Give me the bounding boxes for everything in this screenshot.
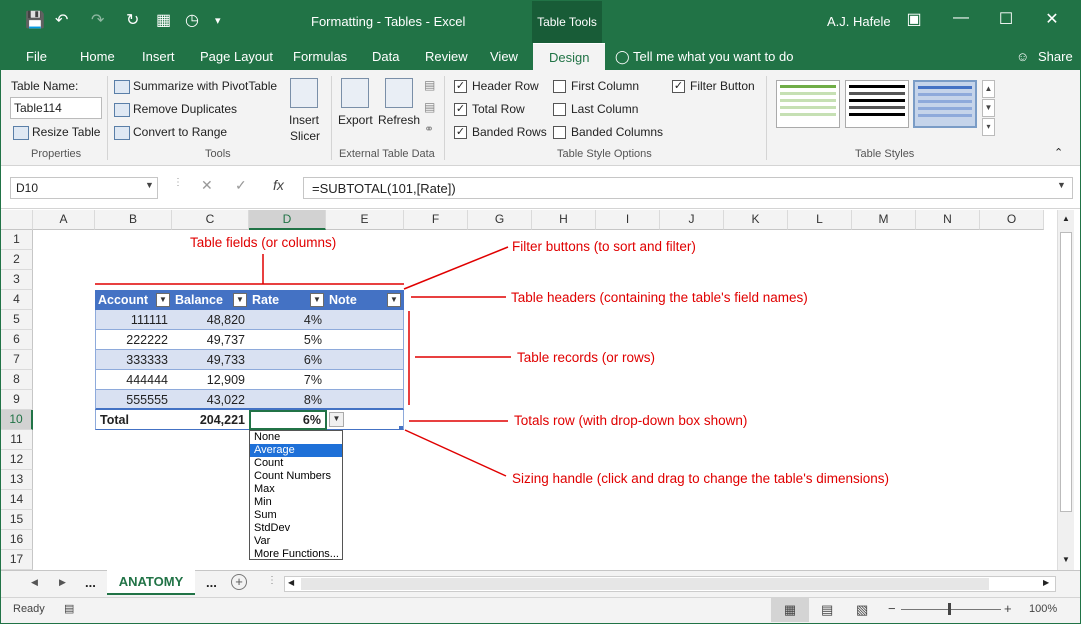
zoom-slider[interactable] — [901, 609, 1001, 610]
scroll-down-icon[interactable]: ▼ — [1062, 555, 1070, 564]
status-bar: Ready ▤ ▦ ▤ ▧ − + 100% — [1, 597, 1080, 623]
next-sheet-icon[interactable]: ▶ — [59, 577, 66, 588]
scroll-thumb[interactable] — [1060, 232, 1072, 512]
page-break-view-icon[interactable]: ▧ — [856, 602, 868, 618]
sheet-tab-anatomy[interactable]: ANATOMY — [107, 570, 195, 595]
zoom-in-icon[interactable]: + — [1004, 601, 1012, 616]
h-scroll-thumb[interactable] — [301, 578, 989, 590]
add-sheet-icon[interactable]: + — [231, 574, 247, 590]
annotation-sizing: Sizing handle (click and drag to change … — [512, 471, 890, 486]
annotation-totals: Totals row (with drop-down box shown) — [514, 413, 748, 428]
annotation-fields: Table fields (or columns) — [190, 235, 337, 250]
scroll-up-icon[interactable]: ▲ — [1062, 214, 1070, 223]
splitter-icon[interactable]: ⋮ — [267, 575, 277, 586]
scroll-right-icon[interactable]: ▶ — [1043, 578, 1049, 587]
sheets-ellipsis-right[interactable]: ... — [206, 575, 217, 590]
prev-sheet-icon[interactable]: ◀ — [31, 577, 38, 588]
sheets-ellipsis-left[interactable]: ... — [85, 575, 96, 590]
macro-record-icon[interactable]: ▤ — [64, 602, 74, 615]
annotation-lines — [95, 246, 511, 477]
page-layout-view-icon[interactable]: ▤ — [821, 602, 833, 618]
status-ready: Ready — [13, 603, 45, 615]
horizontal-scrollbar[interactable]: ◀ ▶ — [284, 576, 1056, 592]
sizing-pointer-line — [404, 429, 507, 477]
zoom-level[interactable]: 100% — [1029, 603, 1057, 615]
filter-pointer-line — [403, 246, 509, 290]
annotation-records: Table records (or rows) — [517, 350, 656, 365]
vertical-scrollbar[interactable]: ▲ ▼ — [1057, 210, 1074, 570]
zoom-slider-thumb[interactable] — [948, 603, 951, 615]
annotation-headers: Table headers (containing the table's fi… — [511, 290, 808, 305]
scroll-left-icon[interactable]: ◀ — [288, 578, 294, 587]
zoom-out-icon[interactable]: − — [888, 601, 896, 616]
normal-view-icon[interactable]: ▦ — [771, 598, 809, 622]
sheet-tabs-bar: ◀ ▶ ... ANATOMY ... + ⋮ ◀ ▶ — [1, 570, 1080, 597]
annotation-filter: Filter buttons (to sort and filter) — [512, 239, 696, 254]
excel-window: 💾 ↶ ↷ ↻ ▦ ◷ ▾ Formatting - Tables - Exce… — [0, 0, 1081, 624]
